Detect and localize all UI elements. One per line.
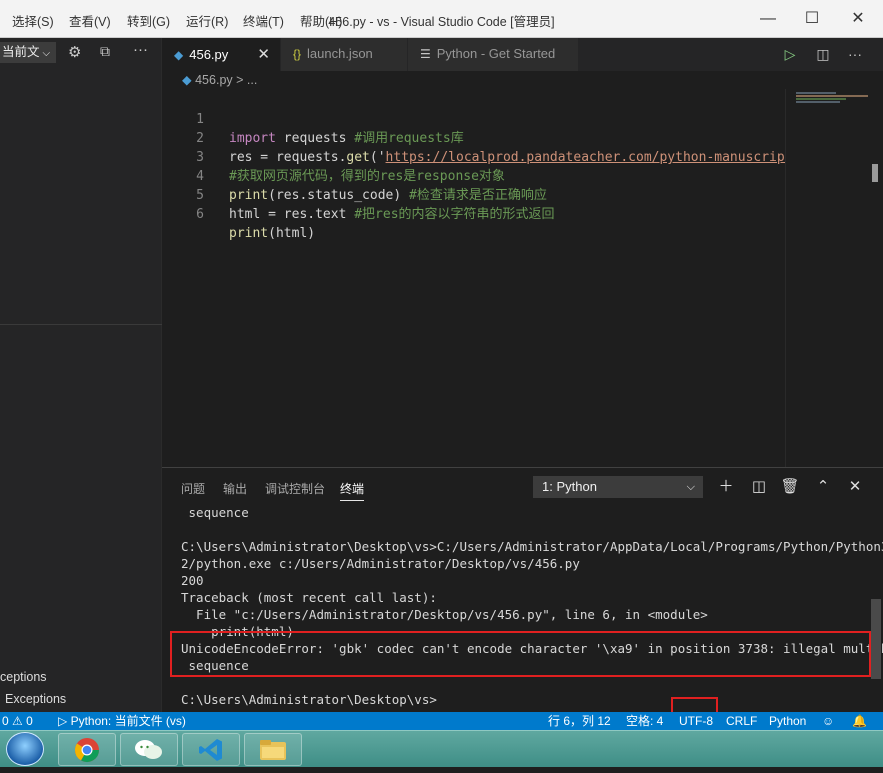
terminal-line: 200 — [181, 573, 204, 588]
minimap-line — [796, 95, 868, 97]
chevron-down-icon: ⌵ — [42, 48, 51, 59]
terminal-output[interactable]: sequence C:\Users\Administrator\Desktop\… — [181, 504, 883, 708]
feedback-icon[interactable]: ☺ — [822, 712, 834, 730]
breadcrumb: ◆ 456.py > ... — [162, 71, 883, 89]
chevron-down-icon: ⌵ — [686, 481, 695, 493]
tab-python-get-started[interactable]: ☰ Python - Get Started — [408, 38, 578, 71]
file-explorer-taskbar-button[interactable] — [244, 733, 302, 766]
tab-label: Python - Get Started — [436, 46, 556, 61]
code-line: 3 #获取网页源代码，得到的res是response对象 — [162, 129, 785, 184]
menu-run[interactable]: 运行(R) — [186, 11, 228, 30]
terminal-select[interactable]: 1: Python ⌵ — [533, 476, 703, 498]
more-actions-icon[interactable]: ··· — [133, 41, 148, 58]
close-window-button[interactable]: ✕ — [838, 5, 878, 33]
maximize-button[interactable]: ☐ — [792, 5, 832, 33]
doc-icon: ☰ — [420, 47, 431, 61]
debug-console-icon[interactable]: ⧉ — [100, 43, 110, 60]
editor-tabs: ◆ 456.py ✕ {} launch.json ☰ Python - Get St… — [162, 38, 883, 71]
status-bar: 0 ⚠ 0 ▷ Python: 当前文件 (vs) 行 6，列 12 空格: 4… — [0, 712, 883, 730]
chrome-icon — [59, 734, 115, 765]
terminal-line: C:\Users\Administrator\Desktop\vs> — [181, 692, 437, 707]
minimap-line — [796, 92, 836, 94]
python-icon: ◆ — [182, 73, 192, 87]
tab-launch-json[interactable]: {} launch.json — [281, 38, 407, 71]
run-icon[interactable]: ▷ — [780, 44, 800, 64]
tab-problems[interactable]: 问题 — [181, 480, 205, 497]
chrome-taskbar-button[interactable] — [58, 733, 116, 766]
debug-toolbar: 当前文 ⌵ ⚙ ⧉ ··· — [0, 38, 162, 66]
minimap-line — [796, 98, 846, 100]
json-icon: {} — [293, 47, 302, 61]
terminal-line: sequence — [181, 505, 249, 520]
language-mode[interactable]: Python — [769, 712, 806, 730]
code-line: 6 print(html) — [162, 186, 785, 241]
line-ending[interactable]: CRLF — [726, 712, 757, 730]
menu-view[interactable]: 查看(V) — [69, 11, 111, 30]
chevron-right-icon: > — [236, 73, 244, 87]
breakpoint-item[interactable]: ceptions — [0, 670, 47, 684]
debug-sidebar: 当前文 ⌵ ⚙ ⧉ ··· ceptions Exceptions — [0, 38, 162, 712]
terminal-line: Traceback (most recent call last): — [181, 590, 437, 605]
trash-icon[interactable]: 🗑 — [779, 477, 801, 497]
breakpoint-item[interactable]: Exceptions — [5, 692, 66, 706]
tab-debug-console[interactable]: 调试控制台 — [265, 480, 325, 497]
folder-icon — [245, 734, 301, 765]
terminal-line: C:\Users\Administrator\Desktop\vs>C:/Use… — [181, 539, 883, 554]
code-line: 5 html = res.text #把res的内容以字符串的形式返回 — [162, 167, 785, 222]
tab-terminal[interactable]: 终端 — [340, 480, 365, 501]
title-bar: 选择(S) 查看(V) 转到(G) 运行(R) 终端(T) 帮助(H) 456.… — [0, 0, 883, 38]
wechat-icon — [121, 734, 177, 765]
code-editor[interactable]: 1 import requests #调用requests库 2 res = r… — [162, 89, 785, 467]
line-number: 6 — [196, 207, 204, 222]
minimap[interactable] — [785, 89, 883, 467]
minimap-line — [796, 101, 840, 103]
line-code: html = res.text #把res的内容以字符串的形式返回 — [229, 207, 555, 222]
code-line: 4 print(res.status_code) #检查请求是否正确响应 — [162, 148, 785, 203]
chevron-up-icon[interactable]: ⌃ — [812, 477, 834, 497]
scrollbar-thumb[interactable] — [872, 164, 878, 182]
tab-label: 456.py — [189, 47, 229, 62]
taskbar — [0, 730, 883, 767]
sidebar-divider — [0, 324, 162, 325]
tab-label: launch.json — [307, 46, 373, 61]
breadcrumb-symbol[interactable]: ... — [247, 73, 257, 87]
terminal-line: 2/python.exe c:/Users/Administrator/Desk… — [181, 556, 580, 571]
terminal-scrollbar[interactable] — [871, 599, 881, 679]
problems-count[interactable]: 0 ⚠ 0 — [2, 712, 33, 730]
more-actions-icon[interactable]: ··· — [845, 44, 865, 64]
split-editor-icon[interactable]: ◫ — [813, 44, 833, 64]
tab-output[interactable]: 输出 — [223, 480, 247, 497]
gear-icon[interactable]: ⚙ — [68, 43, 81, 61]
close-panel-icon[interactable]: ✕ — [844, 477, 866, 497]
cursor-position[interactable]: 行 6，列 12 — [548, 712, 611, 730]
debug-config-status[interactable]: ▷ Python: 当前文件 (vs) — [58, 712, 186, 730]
encoding[interactable]: UTF-8 — [679, 712, 713, 730]
debug-config-label: 当前文 — [2, 45, 40, 59]
debug-config-select[interactable]: 当前文 ⌵ — [0, 42, 56, 63]
vscode-taskbar-button[interactable] — [182, 733, 240, 766]
menu-go[interactable]: 转到(G) — [127, 11, 170, 30]
terminal-line: File "c:/Users/Administrator/Desktop/vs/… — [181, 607, 708, 622]
start-orb-icon[interactable] — [6, 732, 44, 766]
split-terminal-icon[interactable]: ◫ — [748, 477, 770, 497]
new-terminal-icon[interactable]: ＋ — [715, 477, 737, 497]
python-icon: ◆ — [174, 48, 184, 62]
line-code: print(html) — [229, 226, 316, 241]
menu-help[interactable]: 帮助(H) — [300, 11, 342, 30]
breadcrumb-file[interactable]: 456.py — [195, 73, 233, 87]
tab-456-py[interactable]: ◆ 456.py ✕ — [162, 38, 280, 71]
close-icon[interactable]: ✕ — [257, 39, 270, 70]
menu-selection[interactable]: 选择(S) — [12, 11, 54, 30]
wechat-taskbar-button[interactable] — [120, 733, 178, 766]
error-highlight-box — [170, 631, 871, 677]
terminal-select-value: 1: Python — [542, 479, 597, 494]
code-line: 1 import requests #调用requests库 — [162, 91, 785, 146]
menu-terminal[interactable]: 终端(T) — [243, 11, 284, 30]
indentation[interactable]: 空格: 4 — [626, 712, 663, 730]
vscode-icon — [183, 734, 239, 765]
code-line: 2 res = requests.get('https://localprod.… — [162, 110, 785, 165]
minimize-button[interactable]: — — [748, 5, 788, 33]
bell-icon[interactable]: 🔔 — [852, 712, 867, 730]
